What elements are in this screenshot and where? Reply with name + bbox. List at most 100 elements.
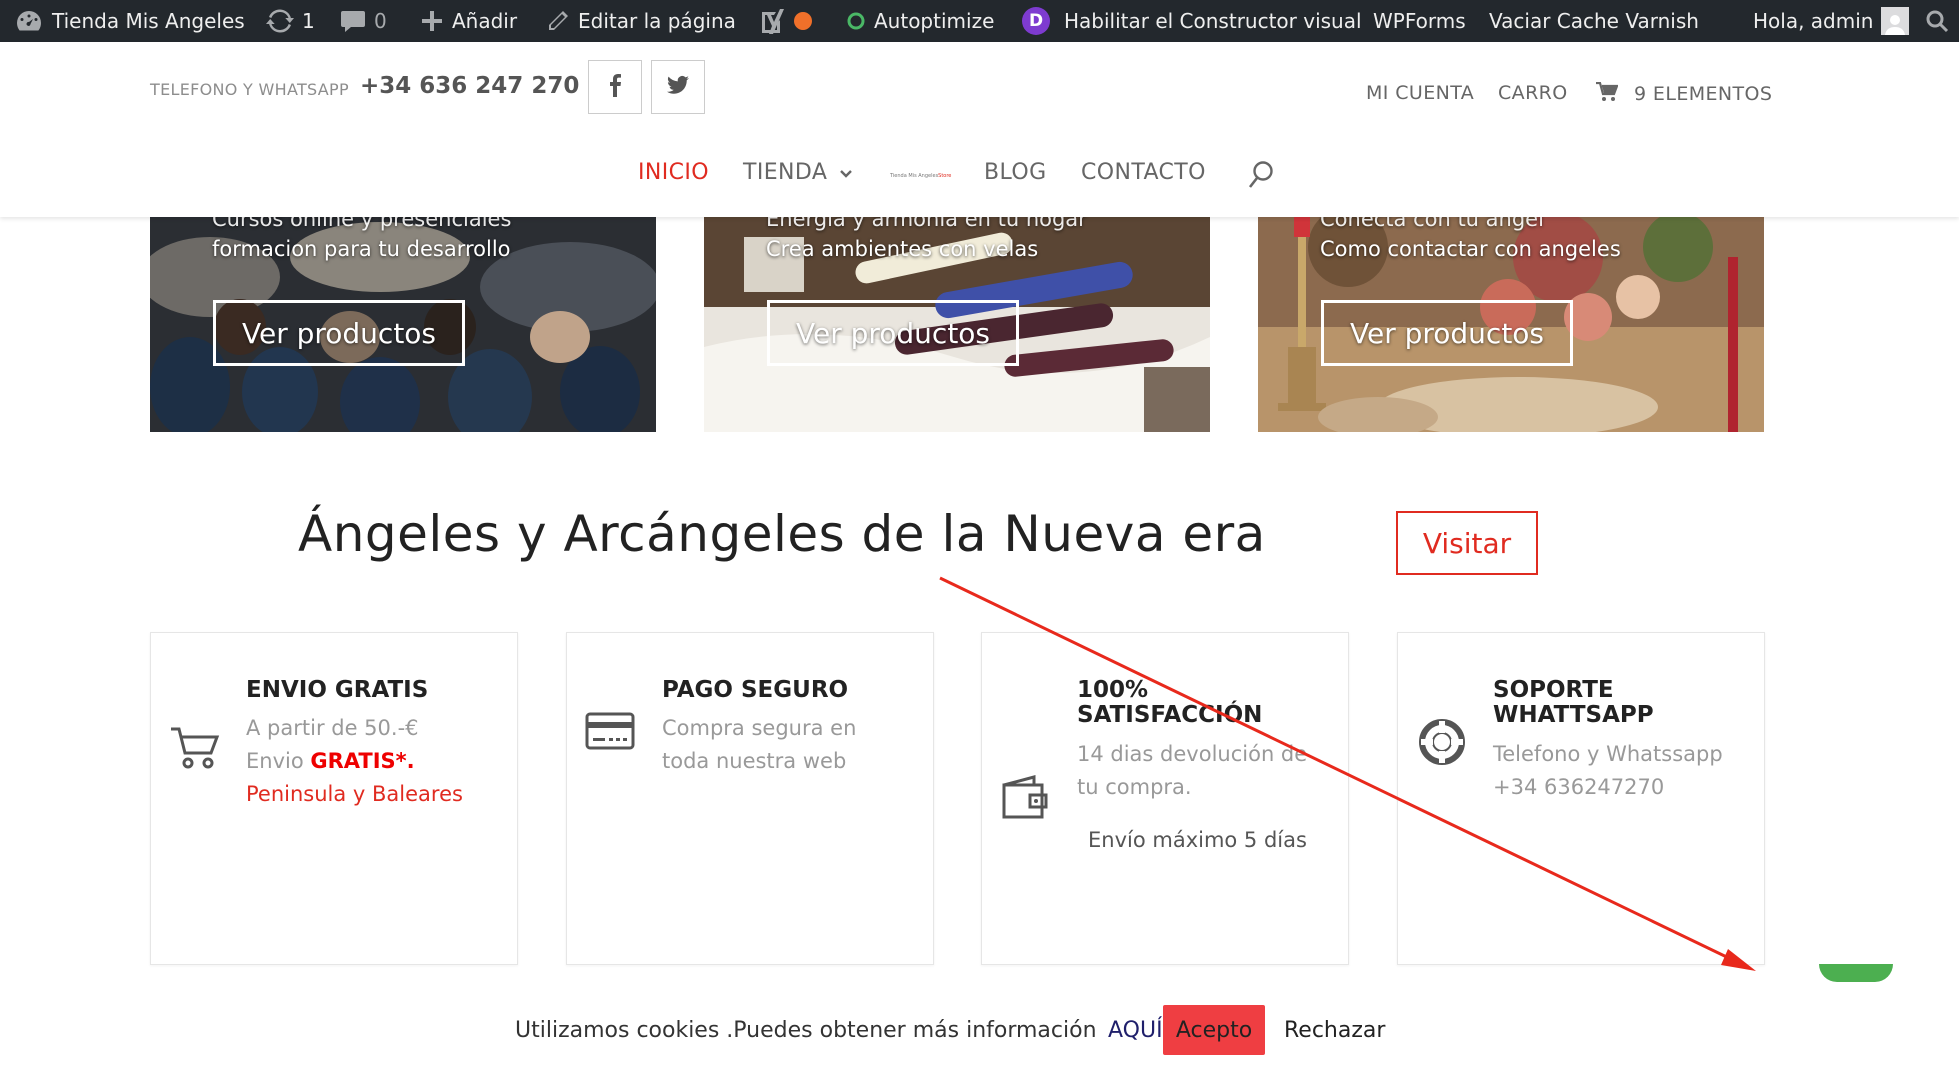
autoptimize-icon (846, 11, 866, 31)
ver-productos-button[interactable]: Ver productos (1321, 300, 1573, 366)
feature-card-pago: PAGO SEGURO Compra segura en toda nuestr… (566, 632, 934, 965)
cart-link[interactable]: CARRO (1498, 82, 1568, 104)
card-line: 14 dias devolución de (1077, 742, 1308, 766)
card-line: Envio GRATIS*. (246, 749, 415, 773)
yoast-icon (758, 7, 786, 35)
search-icon (1925, 9, 1949, 33)
wpforms-label: WPForms (1373, 9, 1466, 33)
admin-bar: Tienda Mis Angeles 1 0 Añadir Editar la … (0, 0, 1959, 42)
autoptimize-label: Autoptimize (874, 9, 995, 33)
status-dot (794, 12, 812, 30)
avatar (1881, 7, 1910, 35)
logo-accent: Store (938, 173, 952, 179)
cookie-info-link[interactable]: AQUÍ (1108, 1018, 1163, 1043)
banner-cursos[interactable]: Cursos online y presenciales formacion p… (150, 217, 656, 432)
search-icon[interactable] (1247, 160, 1275, 194)
twitter-button[interactable] (651, 60, 705, 114)
menu-item-label: CONTACTO (1081, 160, 1206, 185)
dashboard-icon (14, 8, 44, 34)
add-label: Añadir (452, 9, 518, 33)
varnish-link[interactable]: Vaciar Cache Varnish (1489, 0, 1699, 42)
whatsapp-chat-button[interactable] (1819, 964, 1893, 982)
reject-cookies-button[interactable]: Rechazar (1284, 1018, 1385, 1043)
cart-items-link[interactable]: 9 ELEMENTOS (1634, 83, 1772, 105)
my-account-menu[interactable]: Hola, admin (1753, 0, 1910, 42)
banner-top-text: Conecta con tu angel (1320, 217, 1544, 231)
updates-count: 1 (302, 9, 315, 33)
add-new-link[interactable]: Añadir (420, 0, 517, 42)
credit-card-icon (585, 711, 635, 755)
admin-search[interactable] (1925, 0, 1949, 42)
card-line-highlight: GRATIS*. (310, 749, 415, 773)
shipping-note: Envío máximo 5 días (1088, 828, 1307, 852)
comments-link[interactable]: 0 (340, 0, 387, 42)
banner-caption: Crea ambientes con velas (766, 237, 1039, 261)
phone-number[interactable]: +34 636 247 270 (360, 73, 579, 99)
lifebuoy-icon (1418, 718, 1466, 770)
feature-card-envio: ENVIO GRATIS A partir de 50.-€ Envio GRA… (150, 632, 518, 965)
my-account-link[interactable]: MI CUENTA (1366, 82, 1474, 104)
yoast-menu[interactable] (758, 0, 812, 42)
site-header: TELEFONO Y WHATSAPP +34 636 247 270 MI C… (0, 42, 1959, 217)
card-title: SOPORTE WHATTSAPP (1493, 677, 1654, 728)
facebook-button[interactable] (588, 60, 642, 114)
menu-item-label: BLOG (984, 160, 1047, 185)
visual-builder-link[interactable]: D Habilitar el Constructor visual (1022, 0, 1362, 42)
accept-cookies-button[interactable]: Acepto (1163, 1005, 1265, 1055)
site-logo[interactable]: Tienda Mis Angeles Store (890, 172, 952, 180)
comment-icon (340, 9, 366, 33)
card-line: tu compra. (1077, 775, 1192, 799)
cookie-message: Utilizamos cookies .Puedes obtener más i… (515, 1018, 1097, 1043)
menu-item-blog[interactable]: BLOG (984, 160, 1047, 185)
card-title: 100% SATISFACCIÓN (1077, 677, 1263, 728)
greeting: Hola, admin (1753, 9, 1874, 33)
edit-page-link[interactable]: Editar la página (546, 0, 736, 42)
logo-text: Tienda Mis Angeles (890, 173, 939, 179)
wallet-icon (1000, 775, 1050, 825)
cookie-bar: Utilizamos cookies .Puedes obtener más i… (0, 985, 1959, 1080)
plus-icon (420, 9, 444, 33)
ver-productos-button[interactable]: Ver productos (213, 300, 465, 366)
cart-icon[interactable] (1596, 81, 1619, 106)
menu-item-contacto[interactable]: CONTACTO (1081, 160, 1206, 185)
banner-top-text: Cursos online y presenciales (212, 217, 512, 231)
menu-item-label: TIENDA (743, 160, 828, 185)
card-line: +34 636247270 (1493, 775, 1665, 799)
varnish-label: Vaciar Cache Varnish (1489, 9, 1699, 33)
visit-button[interactable]: Visitar (1396, 511, 1538, 575)
card-line: toda nuestra web (662, 749, 847, 773)
pencil-icon (546, 9, 570, 33)
card-line: Compra segura en (662, 716, 857, 740)
cart-icon (169, 725, 221, 775)
update-icon (266, 8, 294, 34)
banner-velas[interactable]: Energia y armonia en tu hogar Crea ambie… (704, 217, 1210, 432)
banner-caption: Como contactar con angeles (1320, 237, 1621, 261)
banner-top-text: Energia y armonia en tu hogar (766, 217, 1087, 231)
ver-productos-button[interactable]: Ver productos (767, 300, 1019, 366)
menu-item-label: INICIO (638, 160, 709, 185)
feature-card-soporte: SOPORTE WHATTSAPP Telefono y Whatssapp +… (1397, 632, 1765, 965)
card-line-prefix: Envio (246, 749, 311, 773)
card-line: Telefono y Whatssapp (1493, 742, 1723, 766)
autoptimize-menu[interactable]: Autoptimize (846, 0, 994, 42)
menu-item-tienda[interactable]: TIENDA (743, 160, 853, 185)
card-title: PAGO SEGURO (662, 677, 849, 703)
card-title: ENVIO GRATIS (246, 677, 429, 703)
comments-count: 0 (374, 9, 387, 33)
edit-page-label: Editar la página (578, 9, 736, 33)
wpforms-link[interactable]: WPForms (1373, 0, 1466, 42)
menu-item-inicio[interactable]: INICIO (638, 160, 709, 185)
banner-angeles[interactable]: Conecta con tu angel Como contactar con … (1258, 217, 1764, 432)
chevron-down-icon (839, 160, 853, 185)
admin-site-link[interactable]: Tienda Mis Angeles (14, 0, 245, 42)
page-title: Ángeles y Arcángeles de la Nueva era (298, 505, 1266, 563)
updates-link[interactable]: 1 (266, 0, 315, 42)
phone-label: TELEFONO Y WHATSAPP (150, 80, 349, 99)
divi-icon: D (1022, 7, 1050, 35)
banner-caption: formacion para tu desarrollo (212, 237, 511, 261)
feature-card-satisfaccion: 100% SATISFACCIÓN 14 dias devolución de … (981, 632, 1349, 965)
card-line: A partir de 50.-€ (246, 716, 419, 740)
twitter-icon (667, 75, 689, 99)
facebook-icon (608, 73, 622, 101)
visual-builder-label: Habilitar el Constructor visual (1064, 9, 1362, 33)
